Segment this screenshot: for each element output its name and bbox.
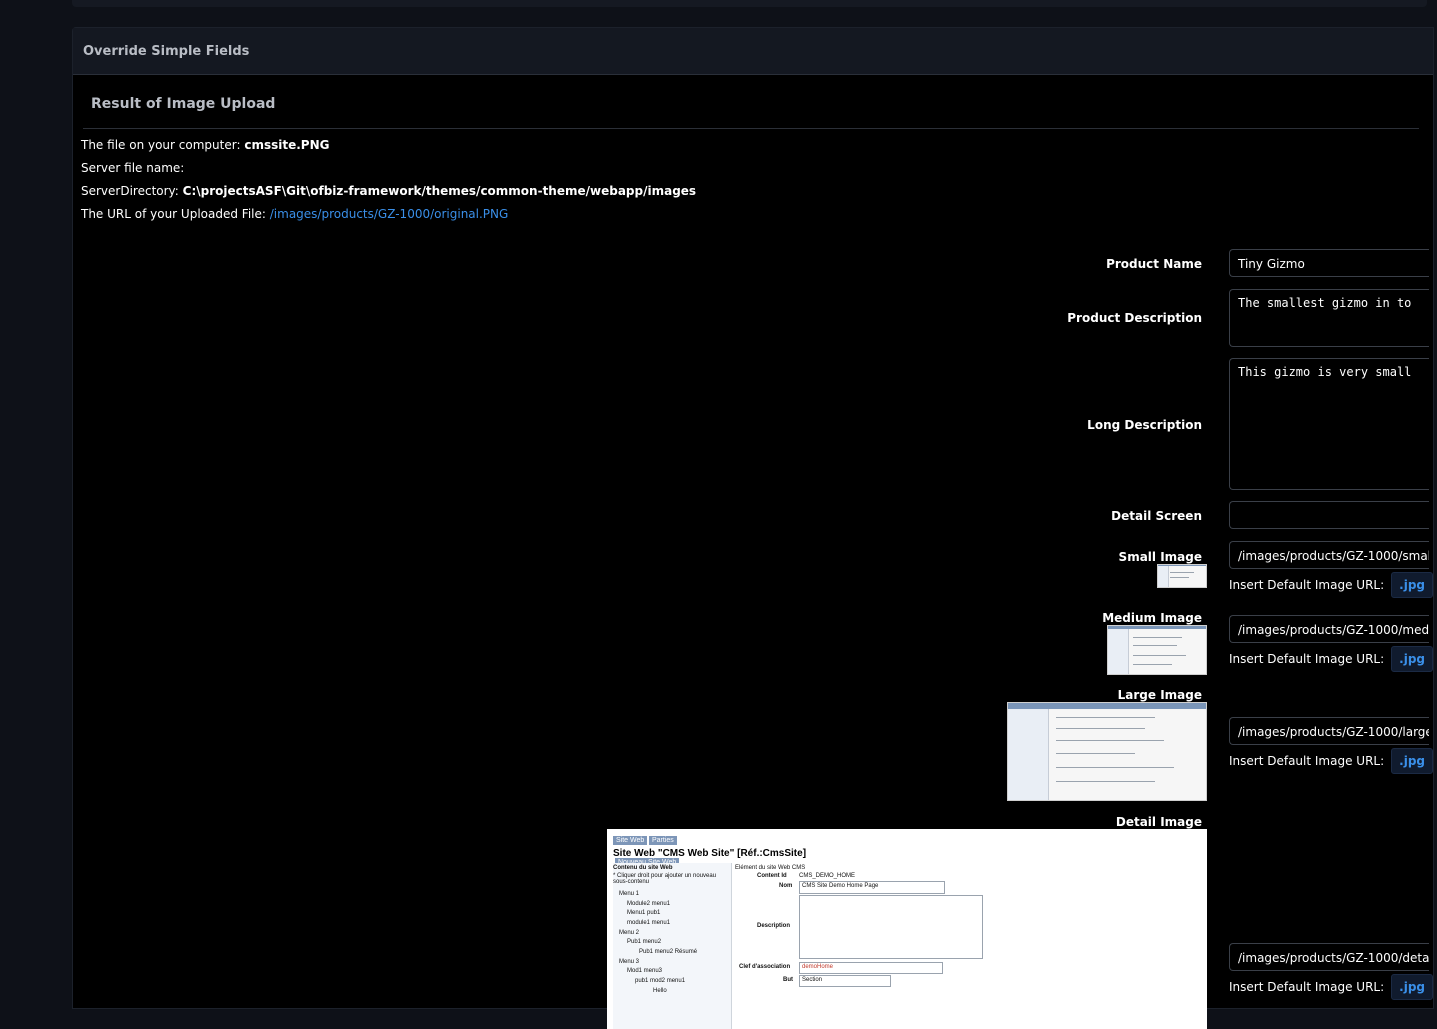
small-image-insert-row: Insert Default Image URL: .jpg — [1229, 572, 1437, 598]
detail-screen-input[interactable] — [1229, 501, 1429, 529]
server-file-name-line: Server file name: — [81, 161, 184, 175]
preview-tree-item: Module2 menu1 — [627, 901, 671, 907]
preview-element-label: Elément du site Web CMS — [735, 865, 806, 871]
small-image-jpg-button[interactable]: .jpg — [1391, 572, 1433, 598]
product-name-input[interactable]: Tiny Gizmo — [1229, 249, 1429, 277]
upload-result-title: Result of Image Upload — [91, 96, 276, 112]
top-panel-edge — [72, 0, 1427, 7]
preview-tree-item: Menu 1 — [619, 891, 640, 897]
override-simple-fields-panel: Override Simple Fields Result of Image U… — [72, 27, 1437, 1029]
large-image-jpg-button[interactable]: .jpg — [1391, 748, 1433, 774]
product-description-textarea[interactable]: The smallest gizmo in to — [1229, 289, 1429, 347]
preview-tree-title: Contenu du site Web — [613, 865, 673, 871]
product-description-label: Product Description — [1067, 311, 1202, 325]
detail-screen-label: Detail Screen — [1111, 509, 1202, 523]
url-label: The URL of your Uploaded File: — [81, 207, 266, 221]
file-label: The file on your computer: — [81, 138, 241, 152]
medium-image-input[interactable]: /images/products/GZ-1000/mediu — [1229, 615, 1429, 643]
preview-tree-item: Pub1 menu2 Résumé — [639, 949, 698, 955]
preview-content-id-label: Content Id — [757, 873, 787, 879]
small-image-label: Small Image — [1118, 550, 1202, 564]
medium-image-insert-row: Insert Default Image URL: .jpg — [1229, 646, 1437, 672]
medium-image-label: Medium Image — [1102, 611, 1202, 625]
long-description-textarea[interactable]: This gizmo is very small — [1229, 358, 1429, 490]
preview-tree-hint: * Cliquer droit pour ajouter un nouveau … — [613, 873, 717, 885]
small-image-thumbnail — [1157, 564, 1207, 588]
insert-default-label: Insert Default Image URL: — [1229, 980, 1385, 994]
section-divider — [83, 128, 1419, 129]
uploaded-file-link[interactable]: /images/products/GZ-1000/original.PNG — [270, 207, 509, 221]
detail-image-insert-row: Insert Default Image URL: .jpg — [1229, 974, 1437, 1000]
preview-nom-value: CMS Site Demo Home Page — [802, 883, 879, 889]
server-dir-label: ServerDirectory: — [81, 184, 179, 198]
insert-default-label: Insert Default Image URL: — [1229, 578, 1385, 592]
server-file-name-label: Server file name: — [81, 161, 185, 175]
panel-title: Override Simple Fields — [73, 28, 1433, 75]
detail-image-preview: Site Web Parties Nouveau Site Web Site W… — [607, 829, 1207, 1029]
preview-tree-item: Mod1 menu3 — [627, 968, 663, 974]
detail-image-input[interactable]: /images/products/GZ-1000/detail — [1229, 943, 1429, 971]
preview-role-value: Section — [802, 977, 823, 983]
uploaded-url-line: The URL of your Uploaded File: /images/p… — [81, 207, 508, 221]
large-image-insert-row: Insert Default Image URL: .jpg — [1229, 748, 1437, 774]
preview-content-id-value: CMS_DEMO_HOME — [799, 873, 856, 879]
detail-image-jpg-button[interactable]: .jpg — [1391, 974, 1433, 1000]
medium-image-thumbnail — [1107, 625, 1207, 675]
server-directory-line: ServerDirectory: C:\projectsASF\Git\ofbi… — [81, 184, 696, 198]
preview-title: Site Web "CMS Web Site" [Réf.:CmsSite] — [613, 848, 807, 859]
server-dir-value: C:\projectsASF\Git\ofbiz-framework/theme… — [182, 184, 697, 198]
file-on-computer-line: The file on your computer: cmssite.PNG — [81, 138, 329, 152]
preview-tree-item: pub1 mod2 menu1 — [635, 978, 686, 984]
large-image-thumbnail — [1007, 702, 1207, 801]
product-name-label: Product Name — [1106, 257, 1202, 271]
preview-assoc-value: demoHome — [802, 964, 834, 970]
preview-tree-item: module1 menu1 — [627, 920, 671, 926]
long-description-label: Long Description — [1087, 418, 1202, 432]
preview-tree-item: Hello — [653, 988, 667, 994]
insert-default-label: Insert Default Image URL: — [1229, 754, 1385, 768]
preview-description-label: Description — [757, 923, 791, 929]
preview-tree-item: Pub1 menu2 — [627, 939, 662, 945]
preview-tree-item: Menu1 pub1 — [627, 910, 661, 916]
large-image-input[interactable]: /images/products/GZ-1000/large. — [1229, 717, 1429, 745]
preview-tab-site-web: Site Web — [613, 836, 648, 845]
preview-assoc-label: Clef d'association — [739, 964, 791, 970]
preview-description-box — [799, 895, 983, 959]
large-image-label: Large Image — [1117, 688, 1202, 702]
detail-image-label: Detail Image — [1115, 815, 1202, 829]
preview-role-label: But — [783, 977, 793, 983]
preview-tree-item: Menu 3 — [619, 959, 640, 965]
insert-default-label: Insert Default Image URL: — [1229, 652, 1385, 666]
preview-tab-parties: Parties — [649, 836, 677, 845]
preview-tree-panel: Contenu du site Web * Cliquer droit pour… — [613, 863, 732, 1029]
preview-tree-item: Menu 2 — [619, 930, 640, 936]
medium-image-jpg-button[interactable]: .jpg — [1391, 646, 1433, 672]
preview-form: Elément du site Web CMS Content Id CMS_D… — [735, 865, 1207, 1029]
file-value: cmssite.PNG — [244, 138, 330, 152]
preview-nom-label: Nom — [779, 883, 793, 889]
small-image-input[interactable]: /images/products/GZ-1000/small — [1229, 541, 1429, 569]
